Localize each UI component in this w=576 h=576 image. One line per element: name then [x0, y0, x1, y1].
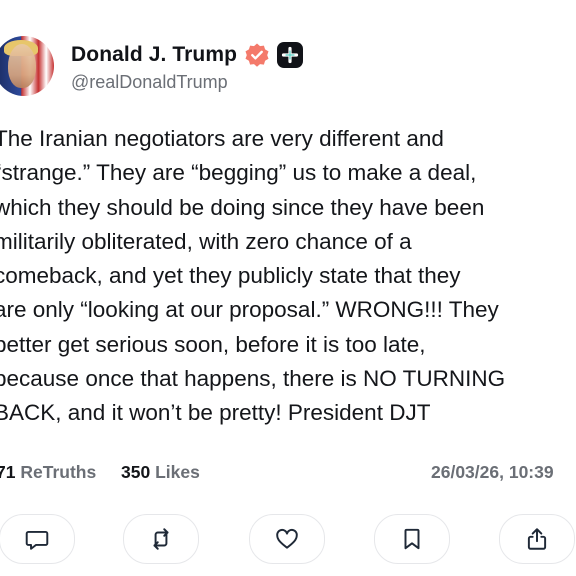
likes-label: Likes — [155, 462, 200, 482]
reply-button[interactable] — [0, 514, 75, 564]
repost-icon — [153, 528, 169, 550]
retruths-stat[interactable]: 71 ReTruths — [0, 462, 96, 483]
like-button[interactable] — [249, 514, 325, 564]
author-display-name[interactable]: Donald J. Trump — [71, 43, 237, 67]
truth-post: Donald J. Trump @realDonaldTrump The Ira… — [0, 0, 576, 576]
avatar[interactable] — [0, 36, 54, 96]
heart-icon — [276, 528, 298, 549]
plus-badge-icon — [277, 42, 304, 68]
verified-badge-icon — [244, 42, 270, 68]
retruths-label: ReTruths — [20, 462, 97, 482]
author-name-row: Donald J. Trump — [71, 42, 304, 68]
comment-icon — [25, 530, 49, 550]
retruths-count: 71 — [0, 462, 16, 482]
post-stats: 71 ReTruths 350 Likes 26/03/26, 10:39 — [0, 462, 576, 486]
retruth-button[interactable] — [123, 514, 199, 564]
author-handle[interactable]: @realDonaldTrump — [71, 72, 228, 93]
bookmark-button[interactable] — [374, 514, 450, 564]
likes-stat[interactable]: 350 Likes — [121, 462, 200, 483]
share-button[interactable] — [499, 514, 575, 564]
post-body-text: The Iranian negotiators are very differe… — [0, 126, 506, 426]
likes-count: 350 — [121, 462, 151, 482]
bookmark-icon — [404, 528, 420, 550]
action-bar — [0, 514, 576, 566]
share-icon — [527, 528, 547, 550]
avatar-face — [8, 44, 36, 88]
post-timestamp: 26/03/26, 10:39 — [431, 462, 554, 482]
